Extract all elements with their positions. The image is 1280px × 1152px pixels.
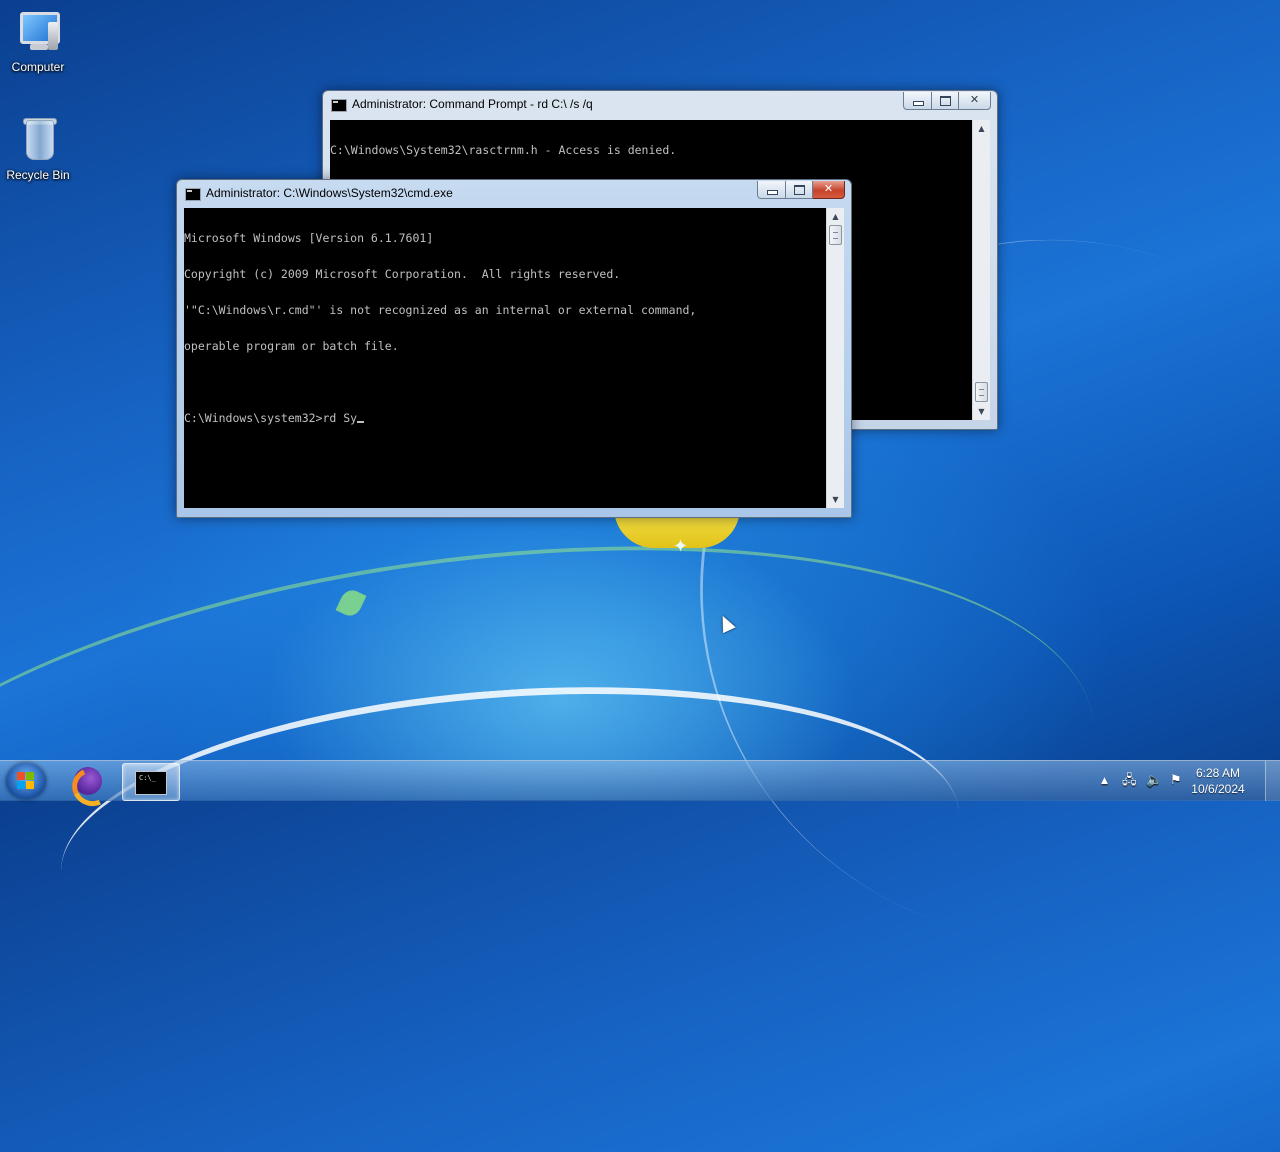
maximize-button[interactable] [932, 92, 959, 110]
minimize-button[interactable] [903, 92, 932, 110]
command-prompt-line[interactable]: C:\Windows\system32>rd Sy [184, 412, 826, 424]
desktop-icon-label: Computer [11, 60, 65, 74]
console-line: Copyright (c) 2009 Microsoft Corporation… [184, 267, 621, 281]
clock-date: 10/6/2024 [1191, 782, 1245, 796]
desktop-icon-computer[interactable]: Computer [0, 8, 76, 74]
maximize-button[interactable] [786, 181, 813, 199]
text-cursor [357, 421, 365, 423]
console-line: C:\Windows\System32\rasctrnm.h - Access … [330, 143, 677, 157]
cmd-title-icon [185, 188, 201, 201]
window-titlebar[interactable]: Administrator: Command Prompt - rd C:\ /… [323, 91, 997, 119]
start-button[interactable] [6, 763, 46, 799]
window-title: Administrator: Command Prompt - rd C:\ /… [352, 97, 593, 111]
recycle-bin-icon [14, 116, 62, 164]
scroll-up-arrow-icon[interactable]: ▲ [827, 208, 844, 225]
scroll-down-arrow-icon[interactable]: ▼ [973, 403, 990, 420]
system-clock[interactable]: 6:28 AM 10/6/2024 [1178, 765, 1258, 797]
taskbar-cmd-button[interactable]: C:\_ [122, 763, 180, 801]
scroll-down-arrow-icon[interactable]: ▼ [827, 491, 844, 508]
taskbar: C:\_ ▲ 🖧 🔈 ⚑ 6:28 AM 10/6/2024 [0, 760, 1280, 812]
vertical-scrollbar[interactable]: ▲ ▼ [826, 208, 844, 508]
scroll-up-arrow-icon[interactable]: ▲ [973, 120, 990, 137]
show-desktop-button[interactable] [1265, 761, 1280, 801]
close-icon: ✕ [969, 93, 980, 106]
computer-icon [14, 8, 62, 56]
show-hidden-icons-icon[interactable]: ▲ [1101, 773, 1108, 789]
maximize-icon [794, 185, 805, 195]
console-line: '"C:\Windows\r.cmd"' is not recognized a… [184, 303, 697, 317]
clock-time: 6:28 AM [1195, 766, 1241, 780]
wallpaper-sparkle: ✦ [673, 536, 689, 557]
scrollbar-thumb[interactable] [975, 382, 988, 402]
prompt-text: C:\Windows\system32>rd Sy [184, 411, 358, 425]
close-button[interactable]: ✕ [959, 92, 991, 110]
window-titlebar[interactable]: Administrator: C:\Windows\System32\cmd.e… [177, 180, 851, 208]
cmd-window-active[interactable]: Administrator: C:\Windows\System32\cmd.e… [176, 179, 852, 518]
vertical-scrollbar[interactable]: ▲ ▼ [972, 120, 990, 420]
cmd-title-icon [331, 99, 347, 112]
window-title: Administrator: C:\Windows\System32\cmd.e… [206, 186, 453, 200]
console-output[interactable]: Microsoft Windows [Version 6.1.7601] Cop… [184, 208, 826, 508]
desktop-icon-recycle-bin[interactable]: Recycle Bin [0, 116, 76, 182]
console-line: operable program or batch file. [184, 339, 399, 353]
window-controls: ✕ [903, 92, 991, 110]
close-button[interactable]: ✕ [813, 181, 845, 199]
network-icon[interactable]: 🖧 [1122, 773, 1137, 789]
maximize-icon [940, 96, 951, 106]
window-controls: ✕ [757, 181, 845, 199]
scrollbar-thumb[interactable] [829, 225, 842, 245]
taskbar-firefox-button[interactable] [62, 762, 118, 812]
close-icon: ✕ [823, 182, 834, 195]
minimize-icon [913, 101, 924, 106]
volume-icon[interactable]: 🔈 [1146, 773, 1162, 789]
console-line: Microsoft Windows [Version 6.1.7601] [184, 231, 434, 245]
minimize-button[interactable] [757, 181, 786, 199]
command-prompt-icon: C:\_ [135, 771, 167, 795]
windows-logo-icon [17, 772, 35, 790]
desktop-icon-label: Recycle Bin [6, 168, 70, 182]
minimize-icon [767, 190, 778, 195]
